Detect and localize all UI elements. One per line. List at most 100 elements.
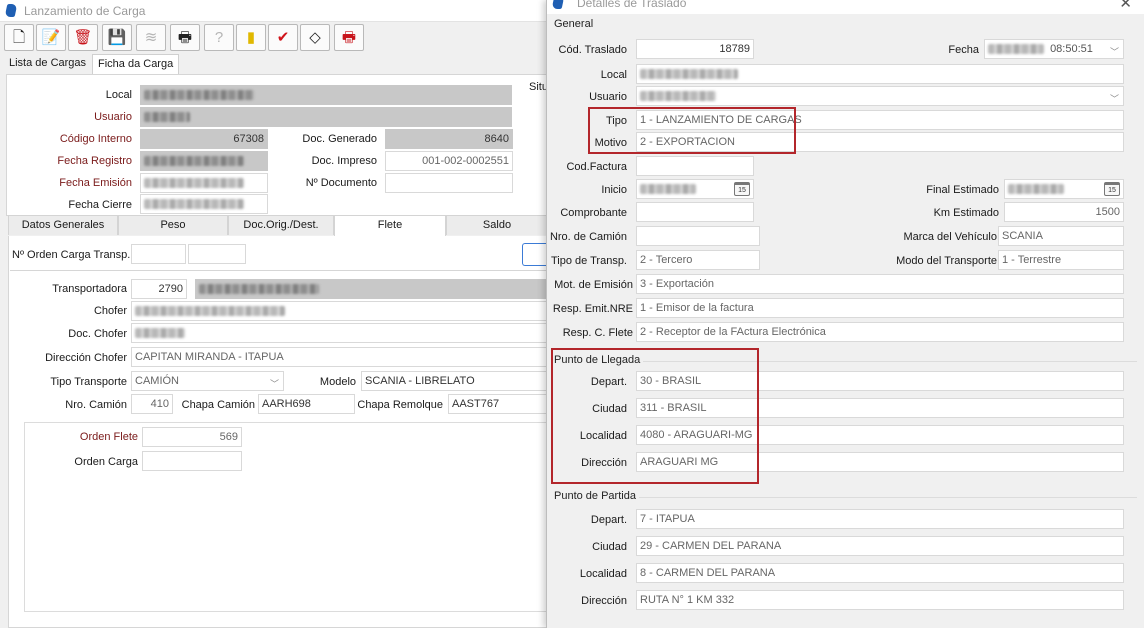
delete-button[interactable]: 🗑 <box>68 24 98 51</box>
partida-ciudad-field[interactable]: 29 - CARMEN DEL PARANA <box>636 536 1124 556</box>
tipo-field[interactable]: 1 - LANZAMIENTO DE CARGAS <box>636 110 1124 130</box>
modo-transporte-field[interactable]: 1 - Terrestre <box>998 250 1124 270</box>
orden-carga-transp-field-2[interactable] <box>188 244 246 264</box>
calendar-icon[interactable]: 15 <box>1104 182 1120 196</box>
resp-flete-field[interactable]: 2 - Receptor de la FActura Electrónica <box>636 322 1124 342</box>
transportadora-name-field[interactable] <box>195 279 548 299</box>
chapa-remolque-field[interactable]: AAST767 <box>448 394 548 414</box>
fecha-cierre-field[interactable] <box>140 194 268 214</box>
orden-carga-transp-field-1[interactable] <box>131 244 186 264</box>
tipo-transporte-select[interactable]: CAMIÓN ﹀ <box>131 371 284 391</box>
fecha-emision-field[interactable] <box>140 173 268 193</box>
tab-doc-orig-dest[interactable]: Doc.Orig./Dest. <box>228 215 334 235</box>
nro-camion-field[interactable] <box>636 226 760 246</box>
doc-chofer-field[interactable] <box>131 323 548 343</box>
help-button[interactable]: ? <box>204 24 234 51</box>
edit-document-icon: 📝 <box>41 29 61 46</box>
print-button[interactable]: 🖶 <box>170 24 200 51</box>
resp-emit-label: Resp. Emit.NRE <box>552 303 633 315</box>
chapa-camion-field[interactable]: AARH698 <box>258 394 355 414</box>
edit-button[interactable]: 📝 <box>36 24 66 51</box>
codigo-interno-field[interactable]: 67308 <box>140 129 268 149</box>
cod-traslado-label: Cód. Traslado <box>558 44 627 56</box>
km-estimado-field[interactable]: 1500 <box>1004 202 1124 222</box>
direccion-chofer-field[interactable]: CAPITAN MIRANDA - ITAPUA <box>131 347 548 367</box>
orden-carga-field[interactable] <box>142 451 242 471</box>
nro-camion-label: Nro. Camión <box>65 399 127 411</box>
signal-button[interactable]: ≋ <box>136 24 166 51</box>
chevron-down-icon: ﹀ <box>269 379 279 389</box>
fecha-field[interactable]: 08:50:51 ﹀ <box>984 39 1124 59</box>
final-estimado-label: Final Estimado <box>926 184 999 196</box>
resp-emit-field[interactable]: 1 - Emisor de la factura <box>636 298 1124 318</box>
fecha-registro-field[interactable] <box>140 151 268 171</box>
llegada-depart-label: Depart. <box>590 376 627 388</box>
tab-peso[interactable]: Peso <box>118 215 228 235</box>
modelo-field[interactable]: SCANIA - LIBRELATO <box>361 371 548 391</box>
chofer-label: Chofer <box>93 305 127 317</box>
partida-localidad-field[interactable]: 8 - CARMEN DEL PARANA <box>636 563 1124 583</box>
llegada-direccion-field[interactable]: ARAGUARI MG <box>636 452 1124 472</box>
print-red-button[interactable]: 🖶 <box>334 24 364 51</box>
mot-emision-field[interactable]: 3 - Exportación <box>636 274 1124 294</box>
chapa-remolque-label: Chapa Remolque <box>357 399 443 411</box>
clear-button[interactable]: ◇ <box>300 24 330 51</box>
cod-factura-field[interactable] <box>636 156 754 176</box>
new-document-icon: 🗋 <box>12 29 26 46</box>
fecha-emision-label: Fecha Emisión <box>59 177 132 189</box>
marca-vehiculo-field[interactable]: SCANIA <box>998 226 1124 246</box>
tab-ficha-da-carga[interactable]: Ficha da Carga <box>92 54 180 74</box>
llegada-localidad-label: Localidad <box>579 430 627 442</box>
tab-flete[interactable]: Flete <box>334 215 446 236</box>
print-icon: 🖶 <box>177 29 193 46</box>
usuario-label: Usuario <box>589 91 627 103</box>
left-window-title: Lanzamiento de Carga <box>24 4 146 18</box>
n-documento-field[interactable] <box>385 173 513 193</box>
orden-flete-label: Orden Flete <box>79 431 138 443</box>
orden-carga-transp-label: Nº Orden Carga Transp. <box>12 249 131 261</box>
n-documento-label: Nº Documento <box>305 177 377 189</box>
app-logo-icon <box>551 0 565 9</box>
transportadora-code-field[interactable]: 2790 <box>131 279 187 299</box>
doc-generado-field[interactable]: 8640 <box>385 129 513 149</box>
llegada-ciudad-field[interactable]: 311 - BRASIL <box>636 398 1124 418</box>
confirm-button[interactable]: ✔ <box>268 24 298 51</box>
partida-ciudad-label: Ciudad <box>592 541 627 553</box>
comprobante-field[interactable] <box>636 202 754 222</box>
search-button[interactable] <box>522 243 548 266</box>
tab-lista-de-cargas[interactable]: Lista de Cargas <box>4 54 91 74</box>
partida-depart-field[interactable]: 7 - ITAPUA <box>636 509 1124 529</box>
usuario-select[interactable]: ﹀ <box>636 86 1124 106</box>
partida-direccion-label: Dirección <box>581 595 627 607</box>
orden-flete-field[interactable]: 569 <box>142 427 242 447</box>
usuario-label: Usuario <box>94 111 132 123</box>
tab-datos-generales[interactable]: Datos Generales <box>8 215 118 235</box>
fecha-cierre-label: Fecha Cierre <box>68 199 132 211</box>
doc-impreso-field[interactable]: 001-002-0002551 <box>385 151 513 171</box>
tab-saldo[interactable]: Saldo <box>446 215 548 235</box>
nro-camion-field[interactable]: 410 <box>131 394 173 414</box>
motivo-field[interactable]: 2 - EXPORTACION <box>636 132 1124 152</box>
partida-direccion-field[interactable]: RUTA N° 1 KM 332 <box>636 590 1124 610</box>
fecha-time: 08:50:51 <box>1050 43 1093 55</box>
llegada-ciudad-label: Ciudad <box>592 403 627 415</box>
partida-depart-label: Depart. <box>590 514 627 526</box>
local-field[interactable] <box>636 64 1124 84</box>
usuario-field[interactable] <box>140 107 512 127</box>
calendar-icon[interactable]: 15 <box>734 182 750 196</box>
tipo-transp-field[interactable]: 2 - Tercero <box>636 250 760 270</box>
local-field[interactable] <box>140 85 512 105</box>
eraser-icon: ◇ <box>309 29 321 46</box>
subtabs: Datos Generales Peso Doc.Orig./Dest. Fle… <box>8 215 548 236</box>
llegada-localidad-field[interactable]: 4080 - ARAGUARI-MG <box>636 425 1124 445</box>
chofer-field[interactable] <box>131 301 548 321</box>
exit-button[interactable]: ▮ <box>236 24 266 51</box>
close-icon[interactable]: ✕ <box>1119 0 1132 12</box>
mot-emision-label: Mot. de Emisión <box>554 279 633 291</box>
local-label: Local <box>600 69 627 81</box>
separator <box>10 270 548 271</box>
new-button[interactable]: 🗋 <box>4 24 34 51</box>
llegada-depart-field[interactable]: 30 - BRASIL <box>636 371 1124 391</box>
cod-traslado-field[interactable]: 18789 <box>636 39 754 59</box>
save-button[interactable]: 💾 <box>102 24 132 51</box>
